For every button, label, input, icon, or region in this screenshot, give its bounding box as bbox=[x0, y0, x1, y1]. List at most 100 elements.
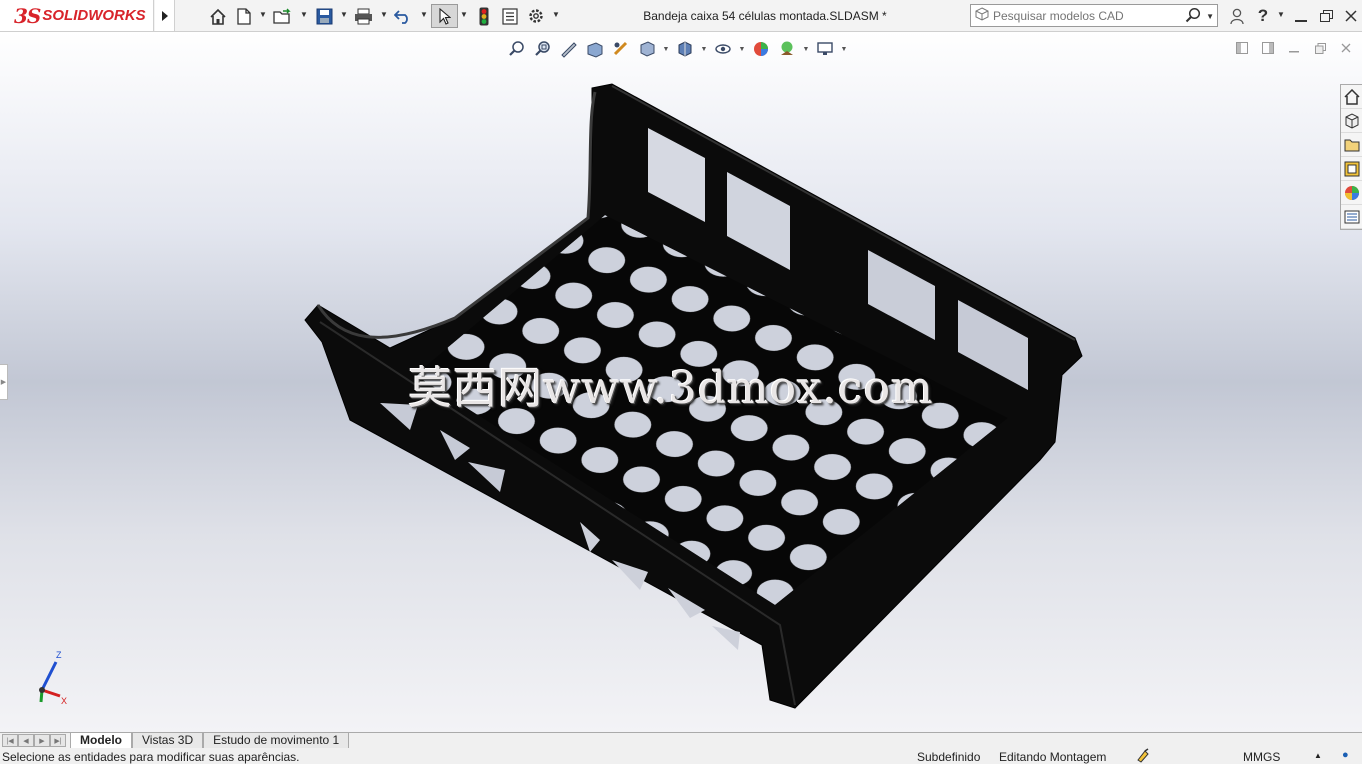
viewport-window-controls bbox=[1234, 40, 1354, 56]
restore-document-button[interactable] bbox=[1312, 40, 1328, 56]
chevron-down-icon[interactable]: ▼ bbox=[737, 46, 747, 53]
tab-estudo-de-movimento[interactable]: Estudo de movimento 1 bbox=[203, 733, 350, 749]
design-library-tab[interactable] bbox=[1341, 109, 1362, 133]
quick-tips-icon[interactable]: ● bbox=[1342, 749, 1349, 761]
user-icon bbox=[1230, 8, 1244, 24]
chevron-down-icon[interactable]: ▼ bbox=[340, 10, 348, 19]
zoom-to-fit-button[interactable] bbox=[505, 38, 529, 60]
minimize-document-button[interactable] bbox=[1286, 40, 1302, 56]
rebuild-status-icon[interactable] bbox=[1136, 748, 1152, 764]
minimize-icon bbox=[1295, 20, 1307, 22]
solidworks-logo[interactable]: 3S SOLIDWORKS bbox=[0, 0, 154, 31]
view-orientation-button[interactable] bbox=[635, 38, 659, 60]
close-icon bbox=[1345, 10, 1357, 22]
next-tab-button[interactable]: ▶ bbox=[34, 734, 50, 747]
tab-vistas-3d[interactable]: Vistas 3D bbox=[132, 733, 204, 749]
next-icon: ▶ bbox=[39, 737, 45, 745]
zoom-to-fit-icon bbox=[509, 41, 524, 56]
solidworks-resources-tab[interactable] bbox=[1341, 85, 1362, 109]
section-view-icon bbox=[587, 42, 603, 58]
chevron-down-icon[interactable]: ▼ bbox=[839, 46, 849, 53]
file-explorer-icon bbox=[1344, 139, 1359, 151]
appearances-tab[interactable] bbox=[1341, 181, 1362, 205]
close-document-button[interactable] bbox=[1338, 40, 1354, 56]
graphics-area[interactable]: 莫西网www.3dmox.com ▼ ▼ ▼ ▼ ▼ ▶ Z X bbox=[0, 32, 1362, 732]
file-properties-button[interactable] bbox=[500, 6, 520, 26]
design-library-icon bbox=[1345, 112, 1358, 129]
save-button[interactable] bbox=[313, 6, 335, 26]
hide-show-items-icon bbox=[715, 44, 731, 54]
status-bar: Selecione as entidades para modificar su… bbox=[0, 748, 1362, 764]
chevron-down-icon[interactable]: ▼ bbox=[380, 10, 388, 19]
chevron-down-icon[interactable]: ▼ bbox=[300, 10, 308, 19]
open-button[interactable] bbox=[272, 6, 294, 26]
previous-view-icon bbox=[561, 42, 577, 58]
search-input[interactable] bbox=[993, 8, 1173, 23]
status-definition: Subdefinido bbox=[917, 750, 981, 764]
last-tab-button[interactable]: ▶| bbox=[50, 734, 66, 747]
menu-expand-button[interactable] bbox=[155, 0, 175, 31]
last-icon: ▶| bbox=[54, 737, 62, 745]
search-box[interactable]: ▼ bbox=[970, 4, 1218, 27]
watermark-text: 莫西网www.3dmox.com bbox=[408, 363, 934, 414]
chevron-down-icon[interactable]: ▼ bbox=[552, 10, 560, 19]
chevron-down-icon[interactable]: ▼ bbox=[1277, 10, 1285, 19]
restore-icon bbox=[1314, 42, 1326, 54]
select-icon bbox=[438, 7, 451, 25]
previous-icon: ◀ bbox=[23, 737, 29, 745]
options-icon bbox=[529, 9, 543, 23]
status-edit-mode: Editando Montagem bbox=[999, 750, 1107, 764]
view-settings-icon bbox=[817, 42, 833, 55]
view-palette-icon bbox=[1344, 161, 1359, 176]
tile-right-button[interactable] bbox=[1260, 40, 1276, 56]
tile-left-button[interactable] bbox=[1234, 40, 1250, 56]
dynamic-annotation-button[interactable] bbox=[609, 38, 633, 60]
print-button[interactable] bbox=[352, 6, 374, 26]
previous-view-button[interactable] bbox=[557, 38, 581, 60]
restore-window-button[interactable] bbox=[1315, 6, 1337, 26]
tab-modelo[interactable]: Modelo bbox=[70, 733, 132, 749]
first-tab-button[interactable]: |◀ bbox=[2, 734, 18, 747]
home-icon bbox=[210, 8, 226, 25]
cad-model-icon bbox=[971, 7, 993, 24]
edit-appearance-button[interactable] bbox=[749, 38, 773, 60]
file-explorer-tab[interactable] bbox=[1341, 133, 1362, 157]
section-view-button[interactable] bbox=[583, 38, 607, 60]
unit-system-selector[interactable]: MMGS bbox=[1243, 750, 1280, 764]
view-settings-button[interactable] bbox=[813, 38, 837, 60]
chevron-down-icon[interactable]: ▼ bbox=[259, 10, 267, 19]
search-icon[interactable] bbox=[1185, 7, 1201, 26]
chevron-down-icon[interactable]: ▼ bbox=[1206, 12, 1214, 21]
close-window-button[interactable] bbox=[1340, 6, 1362, 26]
chevron-up-icon[interactable]: ▲ bbox=[1314, 751, 1322, 760]
view-palette-tab[interactable] bbox=[1341, 157, 1362, 181]
zoom-to-area-button[interactable] bbox=[531, 38, 555, 60]
save-icon bbox=[316, 8, 332, 24]
rebuild-button[interactable] bbox=[476, 6, 492, 26]
chevron-down-icon[interactable]: ▼ bbox=[420, 10, 428, 19]
reference-triad: Z X bbox=[39, 650, 67, 706]
rebuild-icon bbox=[479, 7, 489, 25]
chevron-down-icon[interactable]: ▼ bbox=[801, 46, 811, 53]
help-button[interactable]: ? bbox=[1252, 6, 1274, 26]
undo-button[interactable] bbox=[392, 6, 414, 26]
select-button[interactable] bbox=[431, 4, 458, 28]
chevron-down-icon[interactable]: ▼ bbox=[460, 10, 468, 19]
bottom-tab-bar: |◀ ◀ ▶ ▶| Modelo Vistas 3D Estudo de mov… bbox=[0, 732, 1362, 749]
apply-scene-button[interactable] bbox=[775, 38, 799, 60]
previous-tab-button[interactable]: ◀ bbox=[18, 734, 34, 747]
triad-x-label: X bbox=[61, 696, 67, 706]
minimize-window-button[interactable] bbox=[1290, 6, 1312, 26]
task-pane-tabs bbox=[1340, 84, 1362, 230]
logo-text: SOLIDWORKS bbox=[42, 7, 146, 24]
hide-show-items-button[interactable] bbox=[711, 38, 735, 60]
new-document-button[interactable] bbox=[234, 6, 254, 26]
chevron-down-icon[interactable]: ▼ bbox=[661, 46, 671, 53]
custom-properties-tab[interactable] bbox=[1341, 205, 1362, 229]
user-account-button[interactable] bbox=[1226, 6, 1248, 26]
chevron-down-icon[interactable]: ▼ bbox=[699, 46, 709, 53]
home-button[interactable] bbox=[207, 6, 229, 26]
feature-manager-toggle[interactable]: ▶ bbox=[0, 364, 8, 400]
display-style-button[interactable] bbox=[673, 38, 697, 60]
options-button[interactable] bbox=[526, 6, 546, 26]
